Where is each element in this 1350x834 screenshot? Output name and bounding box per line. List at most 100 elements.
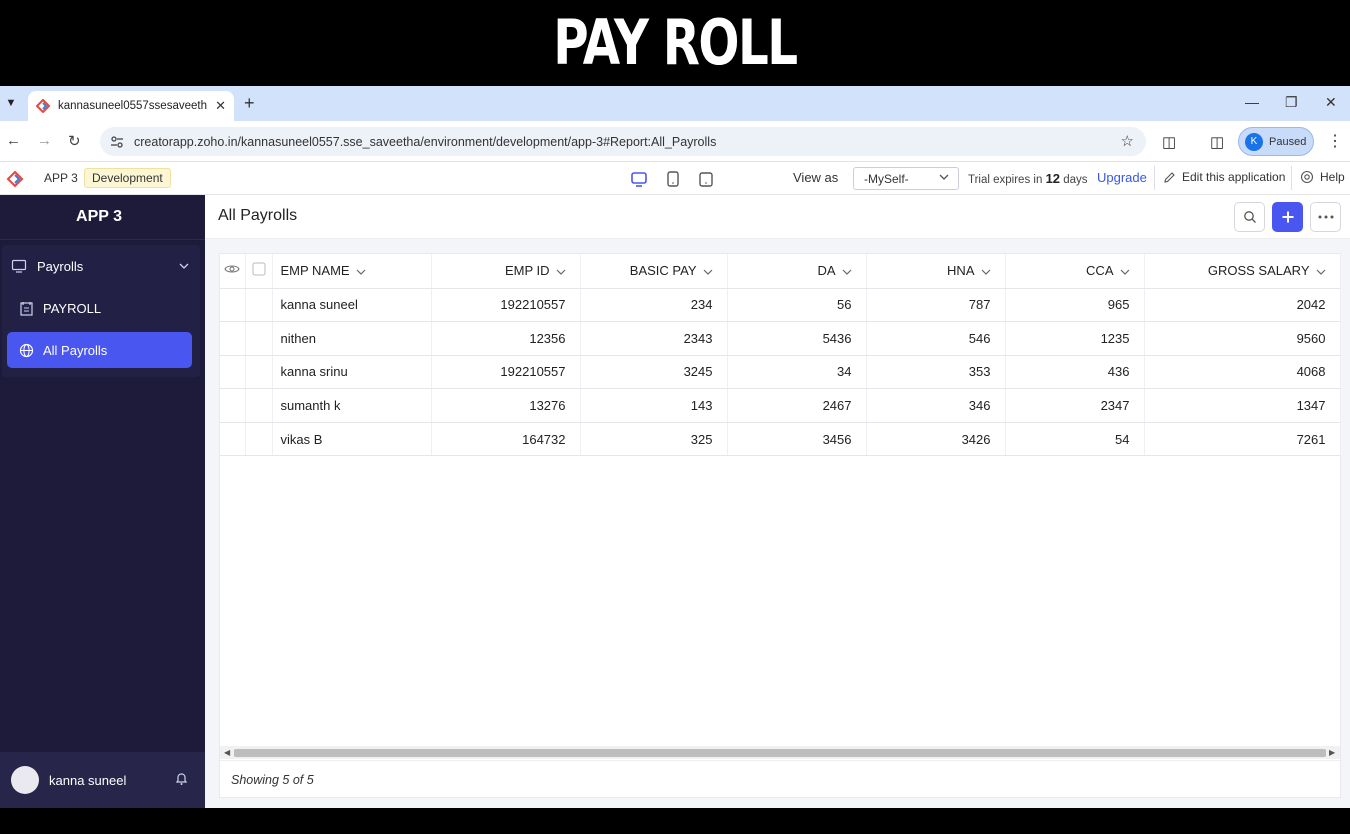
add-record-button[interactable] [1272,202,1303,232]
scrollbar-thumb[interactable] [234,749,1326,757]
table-header-row: EMP NAME EMP ID BASIC PAY DA HNA CCA GRO… [220,254,1341,289]
profile-button[interactable]: K Paused [1238,127,1314,156]
zoho-creator-logo-icon[interactable] [6,170,24,188]
select-all-checkbox[interactable] [252,262,266,276]
table-row[interactable]: kanna suneel 192210557 234 56 787 965 20… [220,288,1341,323]
table-row[interactable]: nithen 12356 2343 5436 546 1235 9560 [220,321,1341,356]
horizontal-scrollbar[interactable]: ◀ ▶ [220,746,1340,759]
desktop-view-icon[interactable] [630,170,648,188]
tab-search-icon[interactable]: ▼ [2,94,20,112]
more-icon [1318,215,1333,219]
url-text: creatorapp.zoho.in/kannasuneel0557.sse_s… [134,134,717,149]
tablet-view-icon[interactable] [664,170,682,188]
row-action-cell[interactable] [220,288,246,323]
column-header-cca[interactable]: CCA [1005,254,1145,289]
row-select-cell[interactable] [245,321,273,356]
row-action-cell[interactable] [220,321,246,356]
cell-cca: 965 [1005,288,1145,323]
row-select-cell[interactable] [245,422,273,457]
report-header: All Payrolls [205,195,1350,239]
profile-status: Paused [1269,135,1307,148]
browser-menu-icon[interactable]: ⋮ [1327,131,1343,151]
column-header-hna[interactable]: HNA [866,254,1006,289]
cell-da: 34 [727,355,867,390]
new-tab-icon[interactable]: + [244,94,255,112]
user-panel[interactable]: kanna suneel [0,752,205,808]
bottom-bar [0,808,1350,834]
cell-emp-name: kanna suneel [272,288,432,323]
profile-avatar: K [1245,132,1263,151]
banner-title: PAY ROLL [553,6,798,79]
more-options-button[interactable] [1310,202,1341,232]
sidebar-item-payroll[interactable]: PAYROLL [7,290,192,326]
table-row[interactable]: sumanth k 13276 143 2467 346 2347 1347 [220,388,1341,423]
cell-cca: 436 [1005,355,1145,390]
chevron-down-icon [356,269,366,275]
edit-application-button[interactable]: Edit this application [1163,170,1285,184]
window-close-icon[interactable]: ✕ [1325,94,1337,111]
sidebar-item-label: All Payrolls [43,342,108,358]
browser-tab[interactable]: kannasuneel0557ssesaveeth - A ✕ [28,91,234,121]
extensions-icon[interactable]: ◫ [1162,133,1176,151]
upgrade-link[interactable]: Upgrade [1097,170,1147,185]
chevron-down-icon [939,174,949,180]
trial-prefix: Trial expires in [968,174,1043,186]
sidebar: APP 3 Payrolls PAYROLL All Payrolls kann… [0,195,205,808]
cell-emp-name: sumanth k [272,388,432,423]
sidebar-item-label: PAYROLL [43,300,102,316]
forward-icon[interactable]: → [37,132,52,149]
row-select-cell[interactable] [245,388,273,423]
help-button[interactable]: Help [1300,170,1345,184]
bell-icon[interactable] [174,771,189,786]
column-header-gross-salary[interactable]: GROSS SALARY [1144,254,1341,289]
column-header-emp-id[interactable]: EMP ID [431,254,581,289]
sidebar-item-all-payrolls[interactable]: All Payrolls [7,332,192,368]
row-select-cell[interactable] [245,288,273,323]
view-as-value: -MySelf- [864,171,909,186]
back-icon[interactable]: ← [6,132,21,149]
search-button[interactable] [1234,202,1265,232]
view-as-label: View as [793,170,839,185]
chevron-down-icon [1120,269,1129,275]
row-action-cell[interactable] [220,355,246,390]
chevron-down-icon [842,269,851,275]
row-select-cell[interactable] [245,355,273,390]
scroll-right-icon[interactable]: ▶ [1329,748,1335,757]
sidebar-section-payrolls[interactable]: Payrolls [0,251,200,281]
column-header-label: CCA [1086,263,1114,279]
row-action-cell[interactable] [220,422,246,457]
form-icon [20,301,33,316]
cell-emp-name: nithen [272,321,432,356]
minimize-icon[interactable]: — [1245,94,1259,110]
scroll-left-icon[interactable]: ◀ [224,748,230,757]
column-header-da[interactable]: DA [727,254,867,289]
view-as-select[interactable]: -MySelf- [853,167,959,190]
trial-notice: Trial expires in 12 days [968,171,1088,186]
search-icon [1243,211,1256,223]
row-action-cell[interactable] [220,388,246,423]
page-title: All Payrolls [218,207,298,224]
column-header-basic-pay[interactable]: BASIC PAY [580,254,728,289]
restore-icon[interactable]: ❐ [1285,94,1298,111]
sidebar-section-label: Payrolls [37,258,84,274]
column-header-emp-name[interactable]: EMP NAME [272,254,432,289]
table-row[interactable]: kanna srinu 192210557 3245 34 353 436 40… [220,355,1341,390]
select-all-cell[interactable] [245,254,273,289]
eye-icon[interactable] [224,263,240,275]
mobile-view-icon[interactable] [697,170,715,188]
cell-hna: 353 [866,355,1006,390]
bookmark-star-icon[interactable]: ☆ [1121,132,1134,150]
payroll-table: EMP NAME EMP ID BASIC PAY DA HNA CCA GRO… [220,254,1341,457]
side-panel-icon[interactable]: ◫ [1210,133,1224,151]
column-visibility-cell[interactable] [220,254,246,289]
main-content: All Payrolls EMP NAME EMP ID BASIC PAY D… [205,195,1350,808]
table-row[interactable]: vikas B 164732 325 3456 3426 54 7261 [220,422,1341,457]
site-settings-icon[interactable] [110,135,124,149]
reload-icon[interactable]: ↻ [68,132,81,150]
cell-cca: 1235 [1005,321,1145,356]
cell-hna: 787 [866,288,1006,323]
url-field[interactable]: creatorapp.zoho.in/kannasuneel0557.sse_s… [100,127,1146,156]
trial-days: 12 [1045,171,1061,186]
tab-close-icon[interactable]: ✕ [215,98,226,114]
creator-toolbar: APP 3 Development View as -MySelf- Trial… [0,162,1350,195]
